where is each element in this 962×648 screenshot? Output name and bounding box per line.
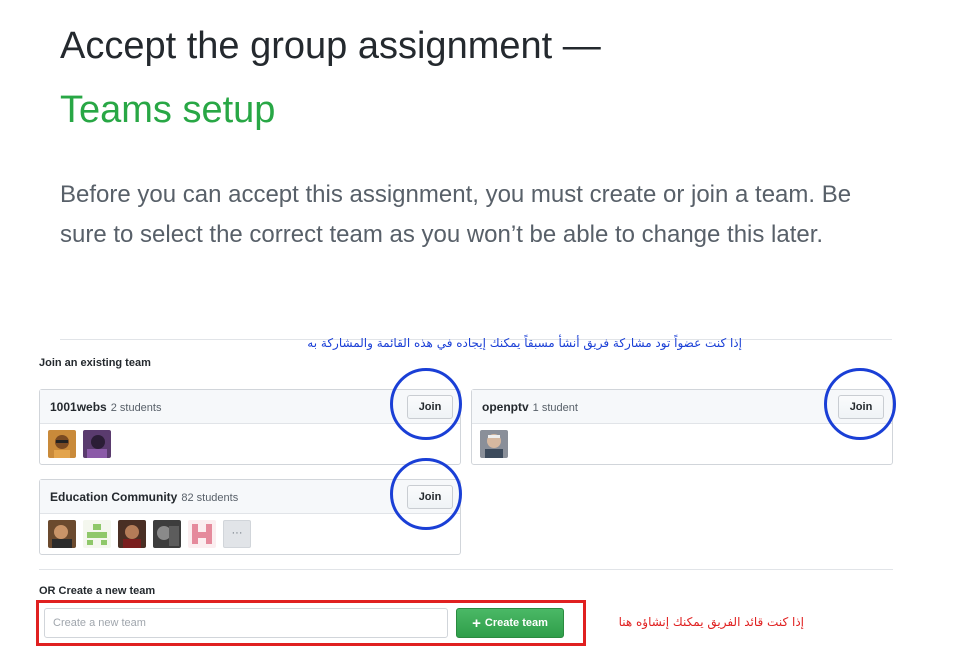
create-team-button-label: Create team [484, 617, 548, 629]
team-name-label: 1001webs [50, 400, 107, 414]
plus-icon: + [472, 614, 481, 632]
join-section-label: Join an existing team [39, 357, 151, 369]
team-name: 1001webs 2 students [50, 400, 161, 414]
new-team-name-input[interactable] [44, 608, 448, 638]
team-avatars [48, 430, 111, 458]
more-members-indicator[interactable]: ··· [223, 520, 251, 548]
intro-text: Before you can accept this assignment, y… [60, 181, 852, 248]
team-member-count: 1 student [532, 402, 578, 414]
avatar[interactable] [83, 430, 111, 458]
avatar[interactable] [118, 520, 146, 548]
avatar[interactable] [83, 520, 111, 548]
highlight-circle [390, 458, 462, 530]
team-name: openptv 1 student [482, 400, 578, 414]
create-team-button[interactable]: + Create team [456, 608, 564, 638]
avatar[interactable] [188, 520, 216, 548]
page-title: Accept the group assignment — [60, 25, 601, 67]
avatar[interactable] [48, 430, 76, 458]
team-member-count: 82 students [181, 492, 239, 504]
team-name-label: openptv [482, 400, 529, 414]
team-avatars [480, 430, 508, 458]
highlight-circle [824, 368, 896, 440]
avatar[interactable] [480, 430, 508, 458]
create-section-label: OR Create a new team [39, 585, 156, 597]
join-annotation: إذا كنت عضواً تود مشاركة فريق أنشأ مسبقا… [307, 336, 742, 350]
page-subtitle: Teams setup [60, 89, 276, 131]
create-team-highlight-box: + Create team [36, 600, 586, 646]
team-member-count: 2 students [110, 402, 162, 414]
highlight-circle [390, 368, 462, 440]
team-name-label: Education Community [50, 490, 178, 504]
section-divider [39, 569, 893, 570]
team-name: Education Community 82 students [50, 490, 238, 504]
avatar[interactable] [48, 520, 76, 548]
avatar[interactable] [153, 520, 181, 548]
team-avatars: ··· [48, 520, 251, 548]
create-annotation: إذا كنت قائد الفريق يمكنك إنشاؤه هنا [618, 615, 804, 629]
